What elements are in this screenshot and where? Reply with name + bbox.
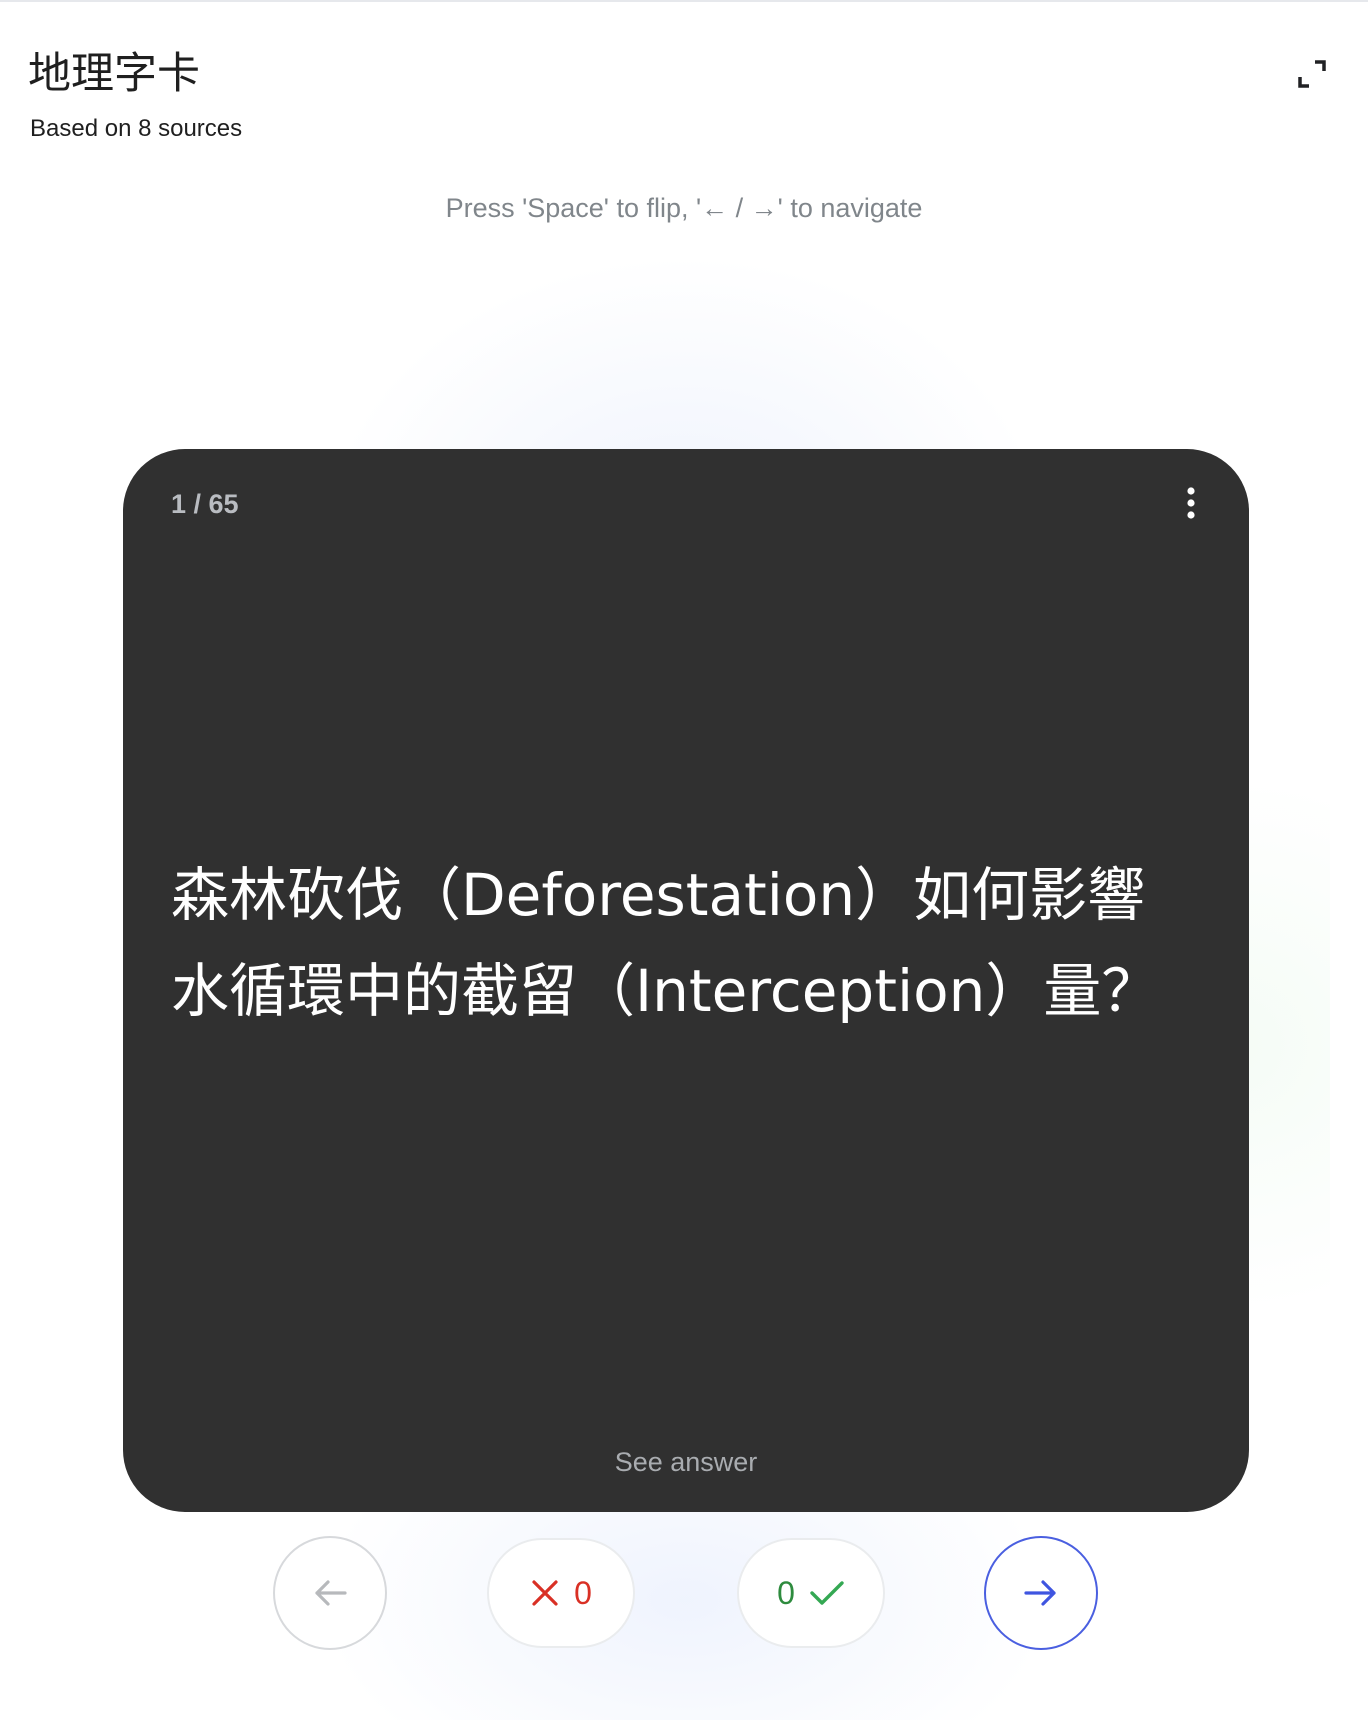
more-vert-icon (1186, 487, 1196, 519)
fullscreen-icon (1297, 59, 1327, 89)
arrow-right-icon (1023, 1578, 1059, 1608)
card-question: 森林砍伐（Deforestation）如何影響水循環中的截留（Intercept… (171, 861, 1160, 1025)
top-divider (0, 0, 1368, 2)
arrow-left-icon (312, 1578, 348, 1608)
flashcard[interactable]: 1 / 65 森林砍伐（Deforestation）如何影響水循環中的截留（In… (123, 449, 1249, 1512)
right-count: 0 (777, 1575, 795, 1611)
keyboard-hint: Press 'Space' to flip, '← / →' to naviga… (445, 193, 923, 223)
mark-wrong-button[interactable]: 0 (487, 1538, 635, 1648)
see-answer-link[interactable]: See answer (123, 1444, 1249, 1480)
page-title: 地理字卡 (28, 49, 200, 99)
next-card-button[interactable] (984, 1536, 1098, 1650)
wrong-count: 0 (574, 1575, 592, 1611)
card-counter: 1 / 65 (171, 489, 239, 519)
previous-card-button[interactable] (273, 1536, 387, 1650)
sources-count: Based on 8 sources (30, 115, 243, 142)
fullscreen-button[interactable] (1290, 52, 1334, 96)
check-icon (809, 1579, 845, 1607)
more-options-button[interactable] (1169, 481, 1213, 525)
close-icon (530, 1578, 560, 1608)
mark-right-button[interactable]: 0 (737, 1538, 885, 1648)
